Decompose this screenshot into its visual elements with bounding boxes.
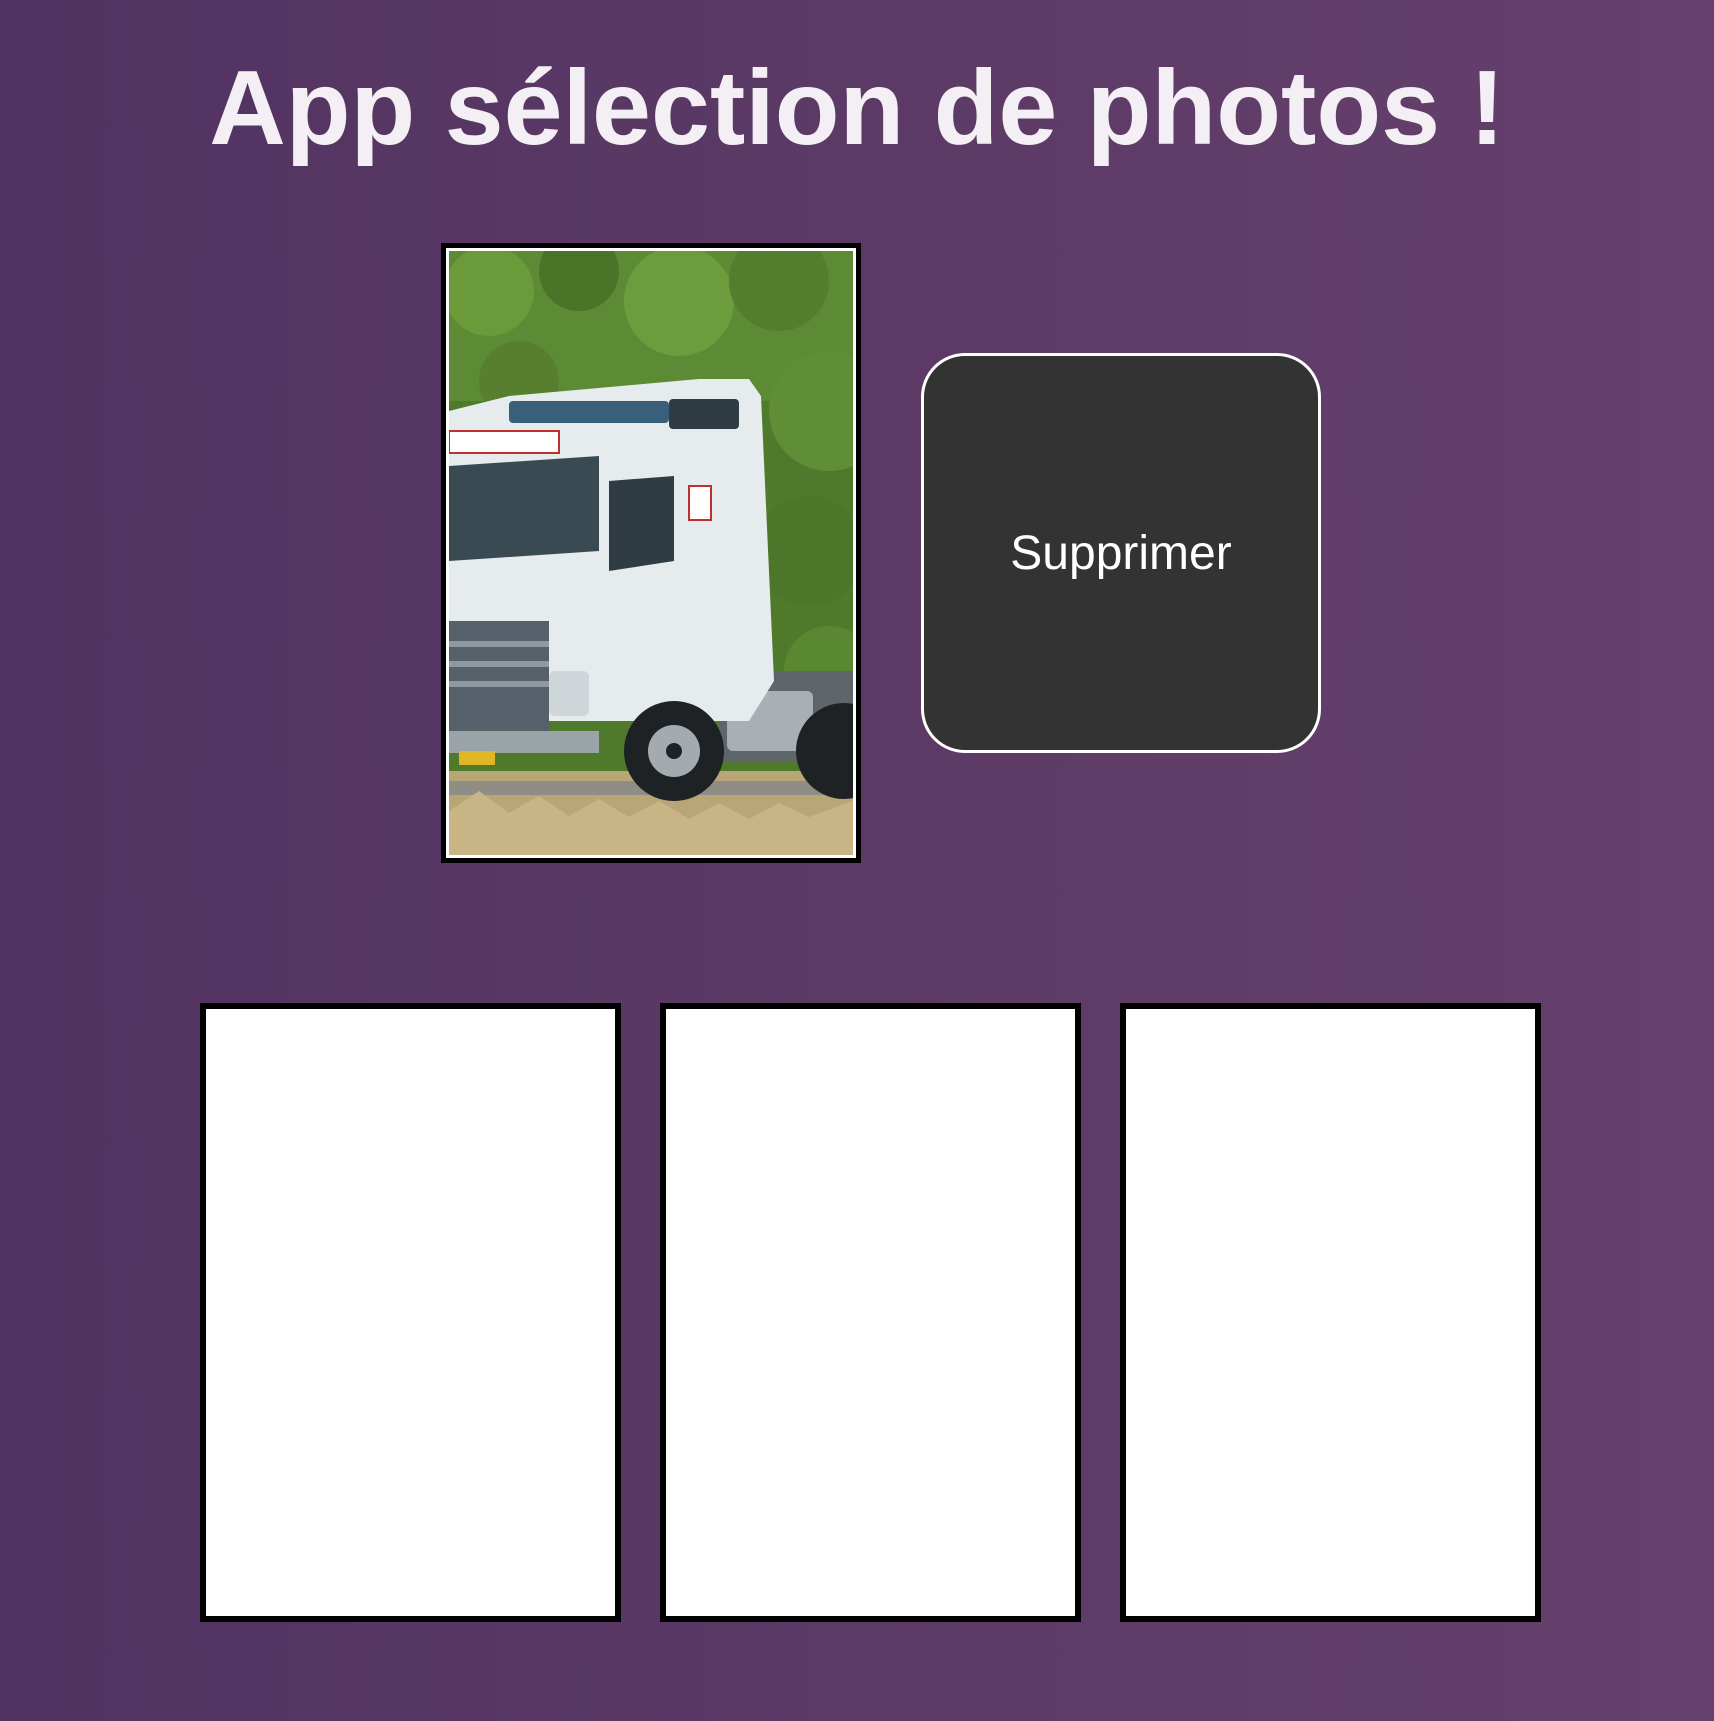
- photo-slot-3[interactable]: [1120, 1003, 1541, 1622]
- selected-photo-image: [446, 248, 856, 858]
- truck-photo-icon: [449, 251, 853, 855]
- delete-button[interactable]: Supprimer: [921, 353, 1321, 753]
- photo-slot-1[interactable]: [200, 1003, 621, 1622]
- photo-slot-2[interactable]: [660, 1003, 1081, 1622]
- page-title: App sélection de photos !: [209, 49, 1505, 167]
- selected-photo[interactable]: [441, 243, 861, 863]
